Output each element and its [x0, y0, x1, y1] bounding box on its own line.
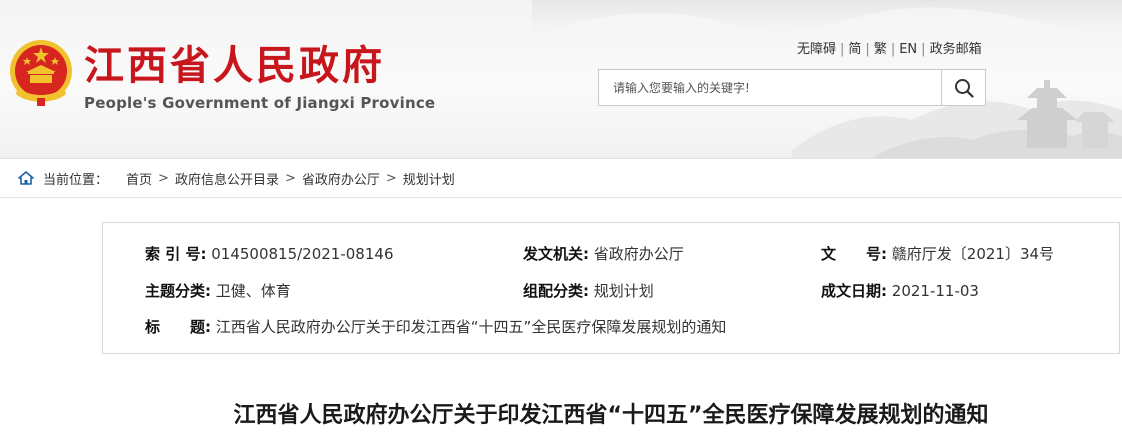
search-button[interactable]: [941, 70, 985, 105]
document-number: 文 号: 赣府厅发〔2021〕34号: [821, 243, 1054, 264]
breadcrumb-home[interactable]: 首页: [126, 169, 152, 188]
government-mailbox-link[interactable]: 政务邮箱: [930, 42, 982, 57]
assembly-category-value: 规划计划: [593, 282, 654, 300]
search-box: [598, 69, 986, 106]
top-links: 无障碍 | 简 | 繁 | EN | 政务邮箱: [797, 42, 982, 57]
breadcrumb: 当前位置： 首页 > 政府信息公开目录 > 省政府办公厅 > 规划计划: [0, 158, 1122, 198]
issuing-authority-label: 发文机关:: [523, 245, 589, 263]
issuing-authority-value: 省政府办公厅: [593, 245, 684, 263]
document-number-value: 赣府厅发〔2021〕34号: [891, 245, 1055, 263]
site-title: 江西省人民政府: [84, 42, 385, 89]
home-icon: [18, 171, 34, 185]
written-date: 成文日期: 2021-11-03: [821, 280, 979, 301]
document-number-label: 文 号:: [821, 245, 887, 263]
assembly-category: 组配分类: 规划计划: [523, 280, 654, 301]
traditional-chinese-link[interactable]: 繁: [874, 42, 887, 57]
search-input[interactable]: [599, 70, 941, 105]
national-emblem-icon: [10, 40, 72, 106]
written-date-value: 2021-11-03: [891, 282, 979, 300]
topic-category-label: 主题分类:: [145, 282, 211, 300]
site-subtitle: People's Government of Jiangxi Province: [84, 94, 436, 112]
written-date-label: 成文日期:: [821, 282, 887, 300]
assembly-category-label: 组配分类:: [523, 282, 589, 300]
breadcrumb-general-office[interactable]: 省政府办公厅: [302, 169, 380, 188]
accessibility-link[interactable]: 无障碍: [797, 42, 836, 57]
topic-category: 主题分类: 卫健、体育: [145, 280, 291, 301]
page-title: 江西省人民政府办公厅关于印发江西省“十四五”全民医疗保障发展规划的通知: [233, 403, 989, 428]
document-metadata-box: 索 引 号: 014500815/2021-08146 发文机关: 省政府办公厅…: [102, 222, 1120, 354]
document-title-value: 江西省人民政府办公厅关于印发江西省“十四五”全民医疗保障发展规划的通知: [215, 318, 727, 336]
index-number: 索 引 号: 014500815/2021-08146: [145, 243, 393, 264]
index-number-value: 014500815/2021-08146: [211, 245, 394, 263]
search-icon: [954, 78, 974, 98]
site-header: 江西省人民政府 People's Government of Jiangxi P…: [0, 0, 1122, 158]
metadata-row: 主题分类: 卫健、体育 组配分类: 规划计划 成文日期: 2021-11-03: [103, 280, 1119, 304]
breadcrumb-info-directory[interactable]: 政府信息公开目录: [175, 169, 279, 188]
metadata-row: 标 题: 江西省人民政府办公厅关于印发江西省“十四五”全民医疗保障发展规划的通知: [103, 316, 1119, 340]
simplified-chinese-link[interactable]: 简: [848, 42, 861, 57]
breadcrumb-separator: >: [385, 170, 397, 186]
topic-category-value: 卫健、体育: [215, 282, 291, 300]
issuing-authority: 发文机关: 省政府办公厅: [523, 243, 684, 264]
document-title-label: 标 题:: [145, 318, 211, 336]
breadcrumb-label: 当前位置：: [43, 172, 109, 188]
english-link[interactable]: EN: [899, 42, 917, 57]
breadcrumb-separator: >: [284, 170, 296, 186]
index-number-label: 索 引 号:: [145, 245, 207, 263]
document-title-field: 标 题: 江西省人民政府办公厅关于印发江西省“十四五”全民医疗保障发展规划的通知: [145, 316, 726, 337]
metadata-row: 索 引 号: 014500815/2021-08146 发文机关: 省政府办公厅…: [103, 243, 1119, 267]
breadcrumb-separator: >: [158, 170, 169, 186]
breadcrumb-planning[interactable]: 规划计划: [403, 169, 455, 188]
